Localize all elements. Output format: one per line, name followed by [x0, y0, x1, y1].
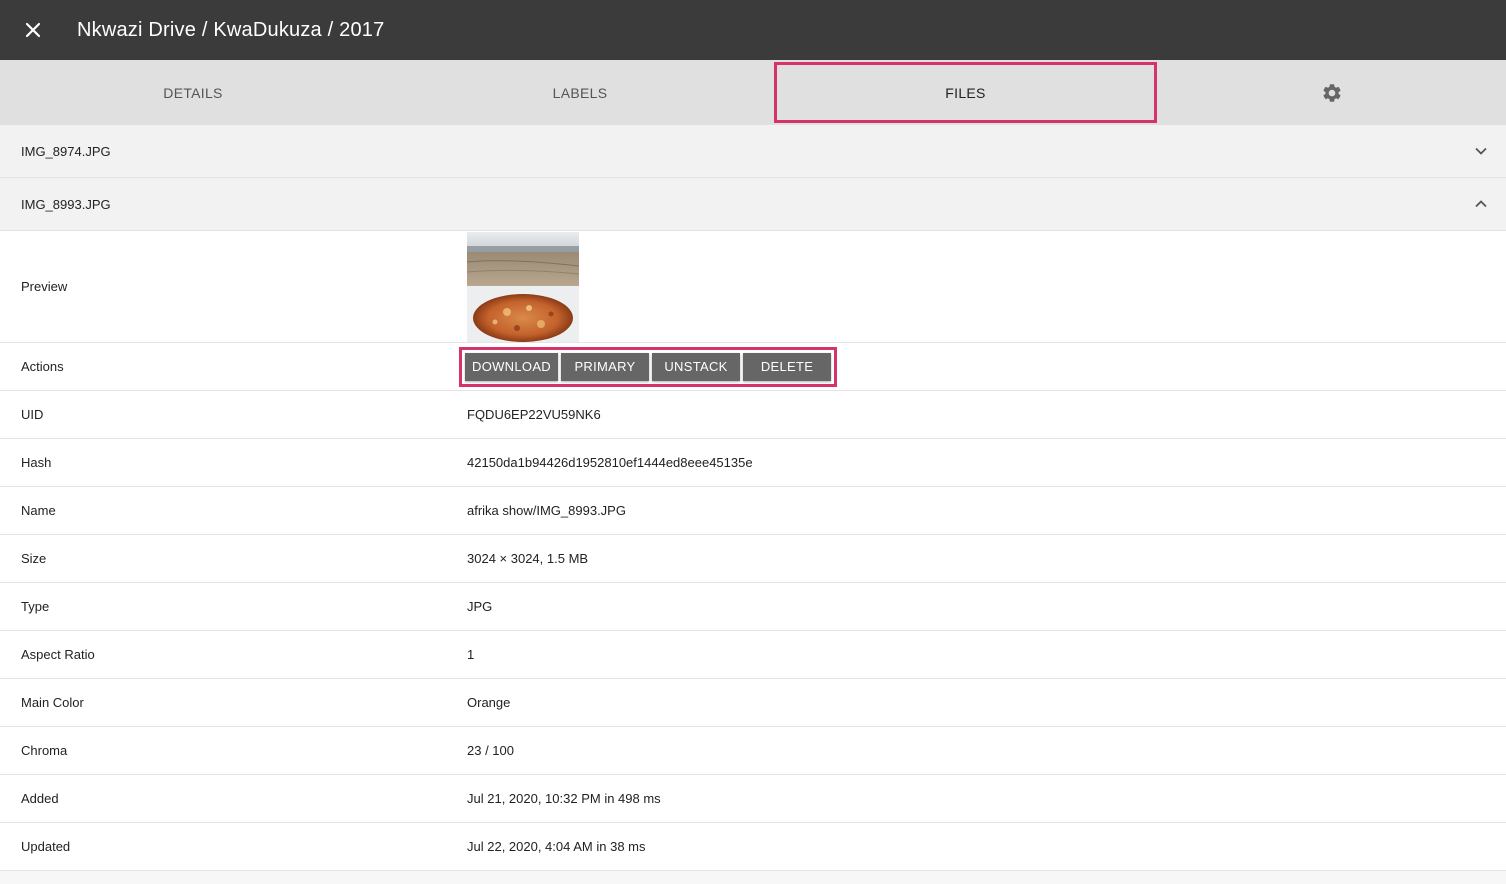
detail-label: UID	[21, 407, 44, 422]
unstack-button[interactable]: UNSTACK	[652, 352, 740, 381]
detail-value: 3024 × 3024, 1.5 MB	[467, 551, 589, 566]
detail-label: Hash	[21, 455, 52, 470]
tab-details[interactable]: DETAILS	[0, 60, 386, 125]
preview-image	[467, 231, 579, 342]
file-details: Preview Actions DOWNLOAD PRIMARY UNSTACK…	[0, 231, 1506, 871]
detail-value: Jul 22, 2020, 4:04 AM in 38 ms	[467, 839, 646, 854]
tab-files-label: FILES	[945, 84, 986, 101]
top-bar: Nkwazi Drive / KwaDukuza / 2017	[0, 0, 1506, 60]
close-icon	[25, 22, 41, 38]
preview-row: Preview	[0, 231, 1506, 343]
tab-files[interactable]: FILES	[774, 60, 1157, 125]
detail-value: Jul 21, 2020, 10:32 PM in 498 ms	[467, 791, 661, 806]
tab-bar: DETAILS LABELS FILES	[0, 60, 1506, 125]
detail-label: Size	[21, 551, 47, 566]
detail-row-aspect-ratio: Aspect Ratio 1	[0, 631, 1506, 679]
detail-row-size: Size 3024 × 3024, 1.5 MB	[0, 535, 1506, 583]
detail-label: Updated	[21, 839, 71, 854]
file-name: IMG_8993.JPG	[21, 196, 111, 212]
detail-value: JPG	[467, 599, 493, 614]
primary-button[interactable]: PRIMARY	[561, 352, 649, 381]
detail-value: FQDU6EP22VU59NK6	[467, 407, 601, 422]
detail-label: Added	[21, 791, 59, 806]
detail-value: 23 / 100	[467, 743, 514, 758]
chevron-up-icon[interactable]	[1471, 194, 1491, 214]
preview-thumbnail[interactable]	[467, 231, 579, 342]
detail-value: 42150da1b94426d1952810ef1444ed8eee45135e	[467, 455, 753, 470]
detail-value: Orange	[467, 695, 511, 710]
detail-row-uid: UID FQDU6EP22VU59NK6	[0, 391, 1506, 439]
detail-row-added: Added Jul 21, 2020, 10:32 PM in 498 ms	[0, 775, 1506, 823]
detail-label: Main Color	[21, 695, 84, 710]
detail-row-updated: Updated Jul 22, 2020, 4:04 AM in 38 ms	[0, 823, 1506, 871]
file-row-img-8993[interactable]: IMG_8993.JPG	[0, 178, 1506, 231]
tab-settings[interactable]	[1157, 60, 1506, 125]
detail-label: Type	[21, 599, 50, 614]
detail-value: 1	[467, 647, 475, 662]
detail-label: Name	[21, 503, 56, 518]
tab-labels[interactable]: LABELS	[386, 60, 774, 125]
detail-row-hash: Hash 42150da1b94426d1952810ef1444ed8eee4…	[0, 439, 1506, 487]
close-button[interactable]	[0, 0, 66, 60]
detail-label: Aspect Ratio	[21, 647, 95, 662]
delete-button[interactable]: DELETE	[743, 352, 831, 381]
detail-value: afrika show/IMG_8993.JPG	[467, 503, 626, 518]
preview-label: Preview	[21, 279, 68, 294]
file-row-img-8974[interactable]: IMG_8974.JPG	[0, 125, 1506, 178]
actions-row: Actions DOWNLOAD PRIMARY UNSTACK DELETE	[0, 343, 1506, 391]
detail-row-name: Name afrika show/IMG_8993.JPG	[0, 487, 1506, 535]
chevron-down-icon[interactable]	[1471, 141, 1491, 161]
detail-label: Chroma	[21, 743, 68, 758]
gear-icon	[1322, 83, 1341, 102]
actions-highlight: DOWNLOAD PRIMARY UNSTACK DELETE	[459, 346, 837, 387]
detail-row-type: Type JPG	[0, 583, 1506, 631]
file-name: IMG_8974.JPG	[21, 143, 111, 159]
page-title: Nkwazi Drive / KwaDukuza / 2017	[77, 18, 385, 41]
detail-row-main-color: Main Color Orange	[0, 679, 1506, 727]
actions-label: Actions	[21, 359, 64, 374]
download-button[interactable]: DOWNLOAD	[465, 352, 558, 381]
detail-row-chroma: Chroma 23 / 100	[0, 727, 1506, 775]
